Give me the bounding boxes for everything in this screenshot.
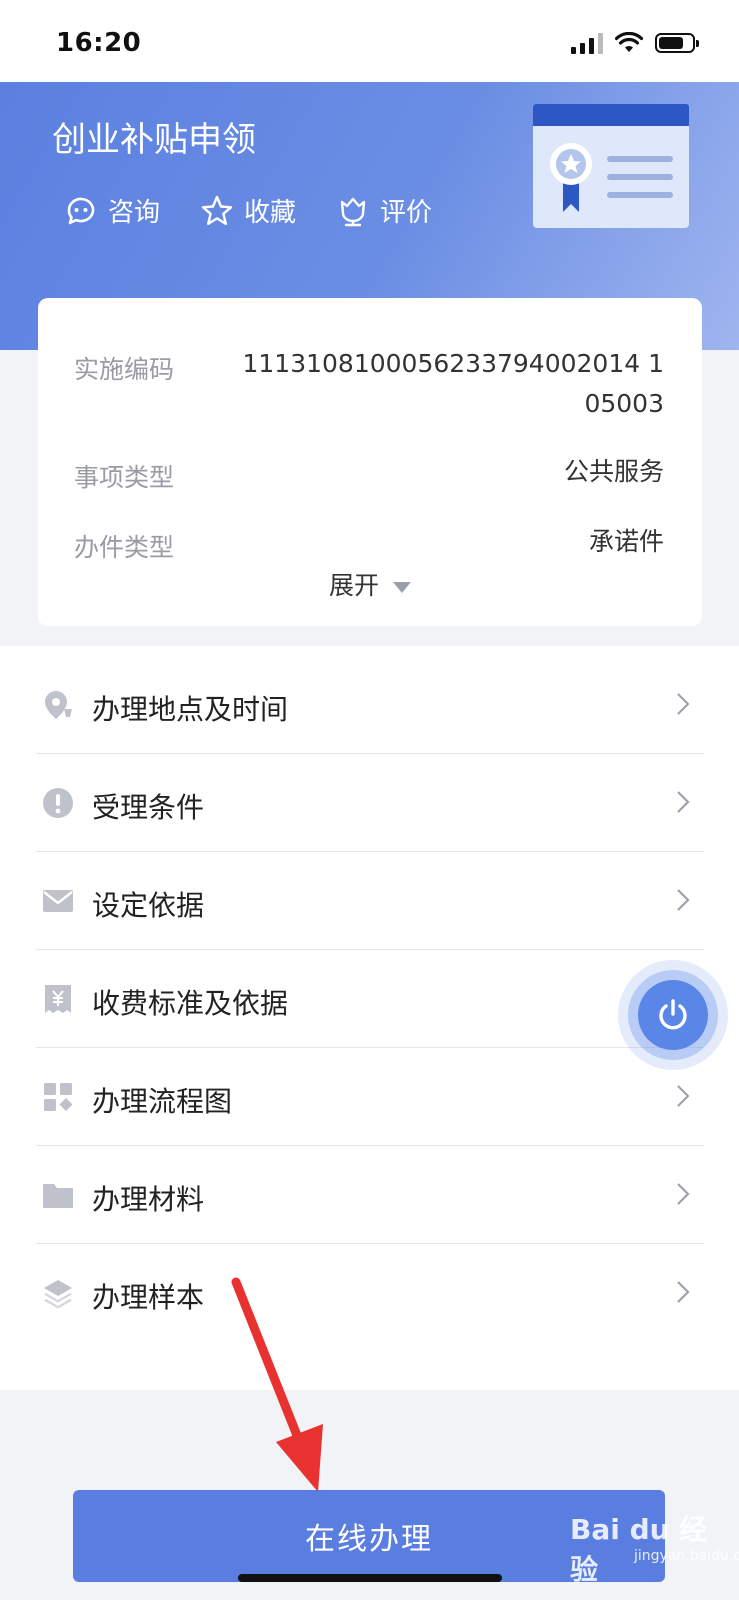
status-icons [571,32,699,54]
menu-item-acceptance-conditions[interactable]: 受理条件 [36,754,704,852]
info-value: 承诺件 [588,527,664,556]
rate-label: 评价 [380,198,433,228]
caret-down-icon [393,581,411,593]
chat-bubble-icon [67,197,95,224]
status-bar: 16:20 [0,0,739,82]
power-icon [659,999,687,1030]
menu-item-materials[interactable]: 办理材料 [36,1146,704,1244]
expand-button[interactable]: 展开 [38,566,702,602]
watermark-site: jingyan.baidu.com [634,1548,739,1564]
menu-item-label: 办理材料 [92,1183,205,1216]
menu-item-location-time[interactable]: 办理地点及时间 [36,656,704,754]
chevron-right-icon [677,1183,690,1205]
home-indicator [238,1574,502,1582]
flower-rating-icon [340,197,366,226]
floating-button-halo [618,960,728,1070]
star-icon [201,195,233,225]
envelope-icon [43,890,73,912]
menu-item-label: 办理样本 [92,1281,205,1314]
grid-flow-icon [44,1083,73,1111]
chevron-right-icon [677,791,690,813]
service-info-card: 实施编码 1113108100056233794002014 1 05003 事… [38,298,702,626]
info-label: 实施编码 [74,355,175,384]
location-pin-icon [45,691,72,719]
wifi-icon [615,32,643,52]
favorite-label: 收藏 [244,198,297,228]
menu-item-label: 办理流程图 [92,1085,233,1118]
exclamation-circle-icon [43,788,73,818]
folder-icon [43,1184,73,1208]
info-row-case-type: 办件类型 承诺件 [74,527,664,568]
consult-label: 咨询 [108,198,161,228]
consult-button[interactable]: 咨询 [64,192,160,229]
chevron-right-icon [677,693,690,715]
page-title: 创业补贴申领 [52,120,256,160]
yen-receipt-icon [45,985,71,1013]
info-label: 办件类型 [74,533,175,562]
rate-button[interactable]: 评价 [336,192,432,229]
menu-item-flowchart[interactable]: 办理流程图 [36,1048,704,1146]
status-time: 16:20 [56,28,142,58]
chevron-right-icon [677,1281,690,1303]
battery-icon [655,33,699,53]
menu-item-label: 设定依据 [92,889,205,922]
menu-item-label: 办理地点及时间 [92,693,289,726]
info-value: 公共服务 [563,457,664,486]
menu-item-label: 受理条件 [92,791,205,824]
online-apply-label: 在线办理 [305,1522,433,1557]
info-label: 事项类型 [74,463,175,492]
menu-item-samples[interactable]: 办理样本 [36,1244,704,1342]
chevron-right-icon [677,889,690,911]
floating-power-button[interactable] [638,980,708,1050]
baidu-jingyan-watermark: Bai du 经验 jingyan.baidu.com [570,1508,739,1586]
favorite-button[interactable]: 收藏 [200,192,296,229]
menu-item-fee-standard[interactable]: 收费标准及依据 [36,950,704,1048]
menu-item-legal-basis[interactable]: 设定依据 [36,852,704,950]
cellular-signal-icon [571,32,603,54]
implementation-code-line1: 1113108100056233794002014 1 [242,349,665,378]
info-row-code: 实施编码 1113108100056233794002014 1 05003 [74,349,664,430]
expand-label: 展开 [328,571,379,600]
header-actions: 咨询 收藏 评价 [64,192,432,229]
chevron-right-icon [677,1085,690,1107]
menu-item-label: 收费标准及依据 [92,987,289,1020]
implementation-code-line2: 05003 [584,389,664,418]
layers-icon [44,1280,72,1309]
info-value: 1113108100056233794002014 1 05003 [243,344,665,424]
certificate-illustration [533,104,689,228]
info-row-matter-type: 事项类型 公共服务 [74,457,664,498]
